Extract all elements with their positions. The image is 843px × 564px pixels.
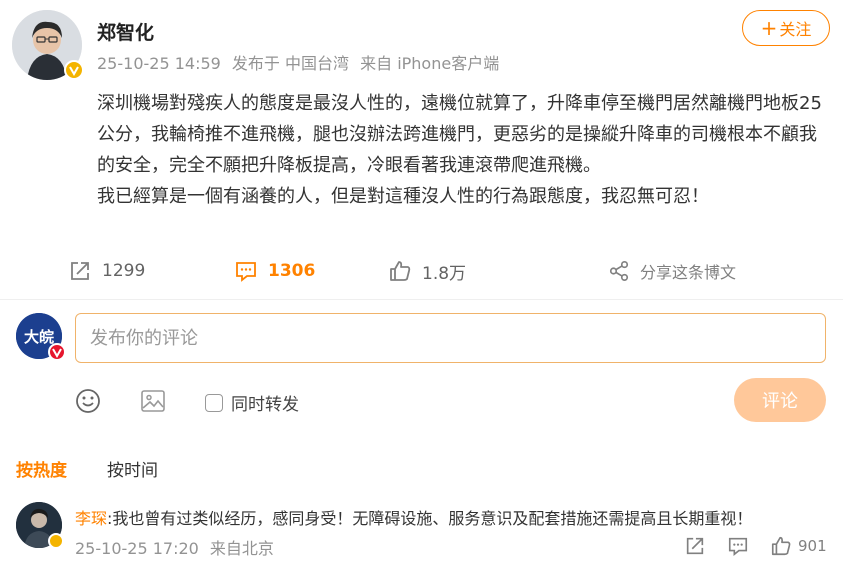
- repost-icon: [71, 262, 89, 280]
- comment-count: 1306: [268, 261, 316, 281]
- post-paragraph: 我已經算是一個有涵養的人，但是對這種沒人性的行為跟態度，我忍無可忍！: [97, 186, 709, 207]
- comment-button[interactable]: 1306: [234, 255, 315, 287]
- repost-button[interactable]: 1299: [68, 255, 145, 287]
- author-name[interactable]: 郑智化: [97, 18, 154, 45]
- comment-date: 25-10-25 17:20: [75, 539, 199, 558]
- comment-text: 李琛:我也曾有过类似经历，感同身受！无障碍设施、服务意识及配套措施还需提高且长期…: [75, 505, 752, 529]
- follow-button[interactable]: + 关注: [742, 10, 830, 46]
- verified-badge-icon: [48, 533, 64, 549]
- comment-icon: [728, 537, 748, 556]
- comment-sort-tabs: 按热度 按时间: [16, 456, 158, 481]
- post-content: 深圳機場對殘疾人的態度是最沒人性的，遠機位就算了，升降車停至機門居然離機門地板2…: [97, 88, 832, 212]
- comment-like-button[interactable]: 901: [770, 535, 827, 557]
- comment-reply-button[interactable]: [727, 535, 749, 557]
- share-icon: [609, 261, 629, 281]
- image-icon[interactable]: [140, 388, 166, 414]
- like-icon: [771, 536, 791, 556]
- comment-repost-button[interactable]: [684, 535, 706, 557]
- verified-badge-icon: [48, 343, 66, 361]
- comment-meta: 25-10-25 17:20 来自北京: [75, 535, 280, 559]
- submit-comment-button[interactable]: 评论: [734, 378, 826, 422]
- also-repost-checkbox[interactable]: 同时转发: [205, 390, 299, 415]
- comment-body: :我也曾有过类似经历，感同身受！无障碍设施、服务意识及配套措施还需提高且长期重视…: [107, 509, 753, 528]
- commenter-name[interactable]: 李琛: [75, 509, 107, 528]
- tab-sort-by-hot[interactable]: 按热度: [16, 456, 67, 481]
- verified-badge-icon: [64, 60, 84, 80]
- like-count: 1.8万: [422, 263, 467, 284]
- weibo-post: 郑智化 25-10-25 14:59 发布于 中国台湾 来自 iPhone客户端…: [0, 0, 843, 300]
- comment-source: 来自北京: [209, 539, 274, 558]
- like-icon: [390, 261, 411, 281]
- comment-like-count: 901: [798, 537, 827, 555]
- checkbox-box[interactable]: [205, 393, 223, 412]
- post-location: 发布于 中国台湾: [231, 54, 350, 73]
- comment-input[interactable]: [75, 313, 826, 363]
- section-divider: [0, 299, 843, 300]
- repost-icon: [686, 537, 704, 555]
- also-repost-label: 同时转发: [231, 395, 299, 415]
- tab-sort-by-time[interactable]: 按时间: [107, 456, 158, 481]
- repost-count: 1299: [102, 261, 146, 281]
- avatar-logo-text: 大皖: [24, 328, 54, 346]
- follow-label: 关注: [779, 20, 812, 39]
- composer-toolbar: 同时转发 评论: [0, 378, 843, 422]
- comment-icon: [236, 262, 256, 282]
- post-paragraph: 深圳機場對殘疾人的態度是最沒人性的，遠機位就算了，升降車停至機門居然離機門地板2…: [97, 93, 822, 176]
- plus-icon: +: [760, 16, 778, 40]
- share-label: 分享这条博文: [640, 263, 737, 282]
- like-button[interactable]: 1.8万: [388, 255, 466, 287]
- post-meta: 25-10-25 14:59 发布于 中国台湾 来自 iPhone客户端: [97, 50, 505, 74]
- post-source: 来自 iPhone客户端: [360, 54, 500, 73]
- emoji-icon[interactable]: [75, 388, 101, 414]
- post-date[interactable]: 25-10-25 14:59: [97, 54, 221, 73]
- post-actions: 1299 1306 1.8万 分享这条博文: [0, 255, 843, 287]
- share-button[interactable]: 分享这条博文: [608, 255, 736, 287]
